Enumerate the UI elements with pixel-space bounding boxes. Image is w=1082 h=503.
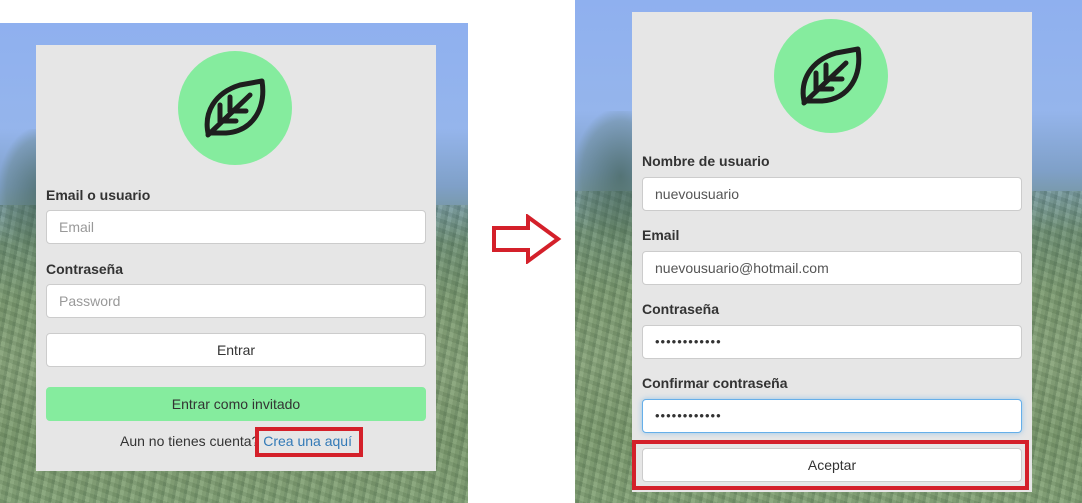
- password-input[interactable]: [46, 284, 426, 318]
- password-label: Contraseña: [46, 261, 124, 277]
- login-button[interactable]: Entrar: [46, 333, 426, 367]
- logo: [178, 51, 292, 165]
- leaf-icon: [204, 78, 266, 138]
- email-input[interactable]: [46, 210, 426, 244]
- login-screen: Email o usuario Contraseña Entrar Entrar…: [0, 23, 468, 503]
- register-screen: Nombre de usuario nuevousuario Email nue…: [575, 0, 1082, 503]
- username-input[interactable]: nuevousuario: [642, 177, 1022, 211]
- password-label: Contraseña: [642, 301, 720, 317]
- email-input[interactable]: nuevousuario@hotmail.com: [642, 251, 1022, 285]
- logo: [774, 19, 888, 133]
- signup-link-highlight: [255, 427, 363, 457]
- email-label: Email o usuario: [46, 187, 151, 203]
- confirm-password-label: Confirmar contraseña: [642, 375, 788, 391]
- signup-prompt-text: Aun no tienes cuenta?: [120, 433, 260, 449]
- leaf-icon: [800, 46, 862, 106]
- confirm-password-input[interactable]: ••••••••••••: [642, 399, 1022, 433]
- email-label: Email: [642, 227, 680, 243]
- login-card: Email o usuario Contraseña Entrar Entrar…: [36, 45, 436, 471]
- accept-button-highlight: [632, 440, 1029, 490]
- username-label: Nombre de usuario: [642, 153, 770, 169]
- password-input[interactable]: ••••••••••••: [642, 325, 1022, 359]
- register-card: Nombre de usuario nuevousuario Email nue…: [632, 12, 1032, 492]
- right-arrow-icon: [492, 214, 562, 264]
- guest-login-button[interactable]: Entrar como invitado: [46, 387, 426, 421]
